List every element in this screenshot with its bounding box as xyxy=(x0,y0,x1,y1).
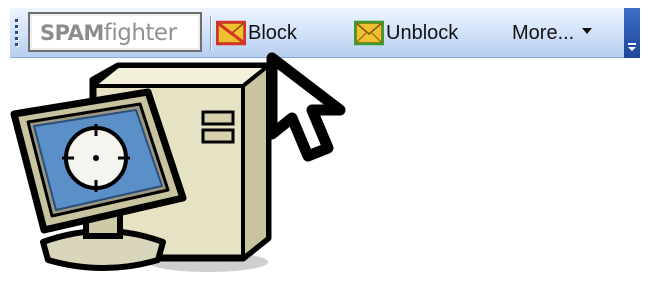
more-label: More... xyxy=(512,21,575,44)
block-envelope-icon xyxy=(216,20,246,46)
unblock-envelope-icon xyxy=(354,20,384,46)
spamfighter-toolbar: SPAMfighter Block Unblock More... xyxy=(10,8,640,58)
more-menu-button[interactable]: More... xyxy=(512,14,593,52)
block-label: Block xyxy=(248,21,297,44)
unblock-button[interactable]: Unblock xyxy=(354,14,458,52)
desktop-computer-icon xyxy=(10,62,272,272)
spamfighter-logo-button[interactable]: SPAMfighter xyxy=(28,12,202,52)
toolbar-separator xyxy=(210,16,211,50)
spamfighter-logo: SPAMfighter xyxy=(40,18,177,49)
block-button[interactable]: Block xyxy=(216,14,297,52)
toolbar-grip-handle[interactable] xyxy=(14,19,20,49)
brand-suffix: fighter xyxy=(103,20,177,46)
mouse-pointer-icon xyxy=(266,52,346,162)
brand-prefix: SPAM xyxy=(40,21,104,45)
toolbar-overflow-chevron-icon[interactable] xyxy=(624,8,640,58)
dropdown-arrow-icon xyxy=(582,28,593,34)
unblock-label: Unblock xyxy=(386,21,459,44)
screenshot-stage: SPAMfighter Block Unblock More... xyxy=(0,0,650,282)
